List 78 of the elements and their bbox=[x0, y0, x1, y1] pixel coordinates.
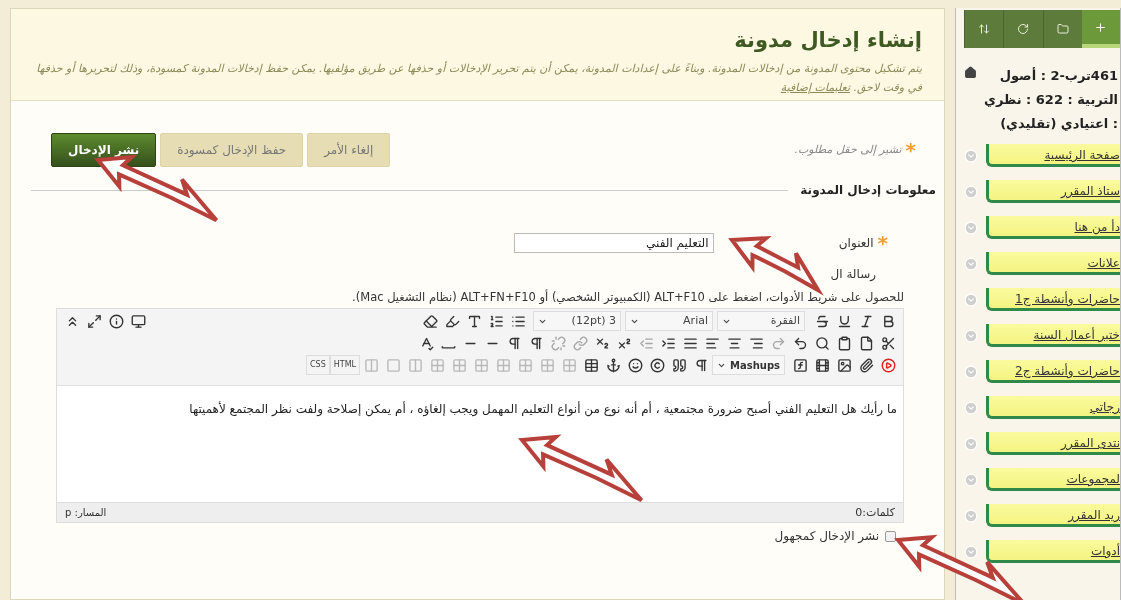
required-mark: * bbox=[877, 236, 888, 250]
copyright-icon[interactable] bbox=[649, 357, 665, 373]
course-menu-link[interactable]: ريد المقرر bbox=[986, 504, 1120, 527]
page-description: يتم تشكيل محتوى المدونة من إدخالات المدونة. وبناءً على إعدادات المدونة، يمكن أن يتم تحرير الإدخالات أو حذفها عن طريق مؤلفيها. يمكن حفظ إدخالات المدونة كمسودة، وذلك لتحريرها أو حذفها في وقت لاحق. تعليمات إضافية bbox=[35, 60, 922, 96]
refresh-icon[interactable] bbox=[1017, 23, 1030, 35]
page-title: إنشاء إدخال مدونة bbox=[733, 27, 922, 53]
element-path: المسار: p bbox=[65, 506, 107, 521]
text-direction-icon[interactable] bbox=[506, 335, 522, 351]
fullscreen-icon[interactable] bbox=[86, 313, 102, 329]
bullet-list-icon[interactable] bbox=[510, 313, 526, 329]
title-input[interactable]: التعليم الفني bbox=[513, 233, 714, 253]
css-button[interactable]: CSS bbox=[306, 355, 330, 376]
attach-icon[interactable] bbox=[858, 357, 874, 373]
table-icon[interactable] bbox=[583, 357, 599, 373]
course-menu-link[interactable]: حاضرات وأنشطة ج1 bbox=[986, 288, 1120, 311]
anonymous-checkbox[interactable] bbox=[885, 530, 896, 542]
editor-content[interactable]: ما رأيك هل التعليم الفني أصبح ضرورة مجتمعية ، أم أنه نوع من أنواع التعليم المهمل ويجب إلغاؤه ، أم يمكن إصلاحة ولفت نظر المجتمع لأهميتها bbox=[57, 386, 903, 503]
anchor-icon[interactable] bbox=[605, 357, 621, 373]
title-label: العنوان bbox=[837, 235, 874, 252]
highlighter-icon[interactable] bbox=[444, 313, 460, 329]
text-direction-icon[interactable] bbox=[528, 335, 544, 351]
font-dropdown[interactable]: Arial bbox=[625, 311, 713, 332]
home-icon[interactable] bbox=[964, 66, 977, 79]
message-label: رسالة ال bbox=[829, 266, 877, 283]
help-link[interactable]: تعليمات إضافية bbox=[780, 81, 850, 94]
search-icon[interactable] bbox=[814, 335, 830, 351]
course-menu-link[interactable]: رجاتي bbox=[986, 396, 1120, 419]
paragraph-mark-icon[interactable] bbox=[693, 357, 709, 373]
text-color-icon[interactable] bbox=[466, 313, 482, 329]
undo-icon[interactable] bbox=[792, 335, 808, 351]
word-count: كلمات:0 bbox=[855, 504, 895, 521]
formula-icon[interactable] bbox=[792, 357, 808, 373]
copy-icon[interactable] bbox=[858, 335, 874, 351]
folder-icon[interactable] bbox=[1056, 23, 1069, 35]
media-icon[interactable] bbox=[814, 357, 830, 373]
superscript-icon[interactable] bbox=[616, 335, 632, 351]
add-icon[interactable] bbox=[1094, 20, 1108, 34]
video-icon[interactable] bbox=[880, 357, 896, 373]
align-left-icon[interactable] bbox=[704, 335, 720, 351]
underline-icon[interactable] bbox=[836, 313, 852, 329]
sort-icon[interactable] bbox=[978, 23, 991, 35]
strikethrough-icon[interactable] bbox=[814, 313, 830, 329]
align-center-icon[interactable] bbox=[726, 335, 742, 351]
add-tab[interactable] bbox=[1081, 10, 1120, 48]
indent-icon[interactable] bbox=[660, 335, 676, 351]
submit-button[interactable]: نشر الإدخال bbox=[51, 133, 157, 167]
font-size-dropdown[interactable]: 3 (12pt) bbox=[533, 311, 621, 332]
course-menu-link[interactable]: صفحة الرئيسية bbox=[986, 144, 1120, 167]
italic-icon[interactable] bbox=[858, 313, 874, 329]
course-menu-link[interactable]: علانات bbox=[986, 252, 1120, 275]
align-right-icon[interactable] bbox=[748, 335, 764, 351]
course-menu-link[interactable]: دأ من هنا bbox=[986, 216, 1120, 239]
course-title: 461ترب-2 : أصول التربية : 622 : نظري : اعتيادي (تقليدي) bbox=[983, 66, 1119, 133]
html-button[interactable]: HTML bbox=[329, 355, 360, 376]
required-mark: * bbox=[905, 143, 916, 157]
section-title: معلومات إدخال المدونة bbox=[800, 182, 936, 199]
course-menu-link[interactable]: حاضرات وأنشطة ج2 bbox=[986, 360, 1120, 383]
subscript-icon[interactable] bbox=[594, 335, 610, 351]
required-note: تشير إلى حقل مطلوب. bbox=[794, 141, 902, 158]
paragraph-dropdown[interactable]: الفقرة bbox=[717, 311, 805, 332]
cut-icon[interactable] bbox=[880, 335, 896, 351]
image-icon[interactable] bbox=[836, 357, 852, 373]
info-icon[interactable] bbox=[108, 313, 124, 329]
numbered-list-icon[interactable] bbox=[488, 313, 504, 329]
course-menu-link[interactable]: أدوات bbox=[986, 540, 1120, 563]
course-menu-link[interactable]: ستاذ المقرر bbox=[986, 180, 1120, 203]
quote-icon[interactable] bbox=[671, 357, 687, 373]
align-justify-icon[interactable] bbox=[682, 335, 698, 351]
emoticon-icon[interactable] bbox=[627, 357, 643, 373]
anonymous-label: نشر الإدخال كمجهول bbox=[774, 528, 879, 546]
paste-icon[interactable] bbox=[836, 335, 852, 351]
course-menu-link[interactable]: لمجموعات bbox=[986, 468, 1120, 491]
course-menu-link[interactable]: نتدى المقرر bbox=[986, 432, 1120, 455]
mashups-dropdown[interactable]: Mashups bbox=[712, 355, 785, 376]
preview-icon[interactable] bbox=[130, 313, 146, 329]
toolbar-hint: للحصول على شريط الأدوات، اضغط على ALT+F10 (الكمبيوتر الشخصي) أو ALT+FN+F10 (نظام التشغيل Mac). bbox=[351, 289, 905, 306]
eraser-icon[interactable] bbox=[422, 313, 438, 329]
course-menu-link[interactable]: ختبر أعمال السنة bbox=[986, 324, 1120, 347]
